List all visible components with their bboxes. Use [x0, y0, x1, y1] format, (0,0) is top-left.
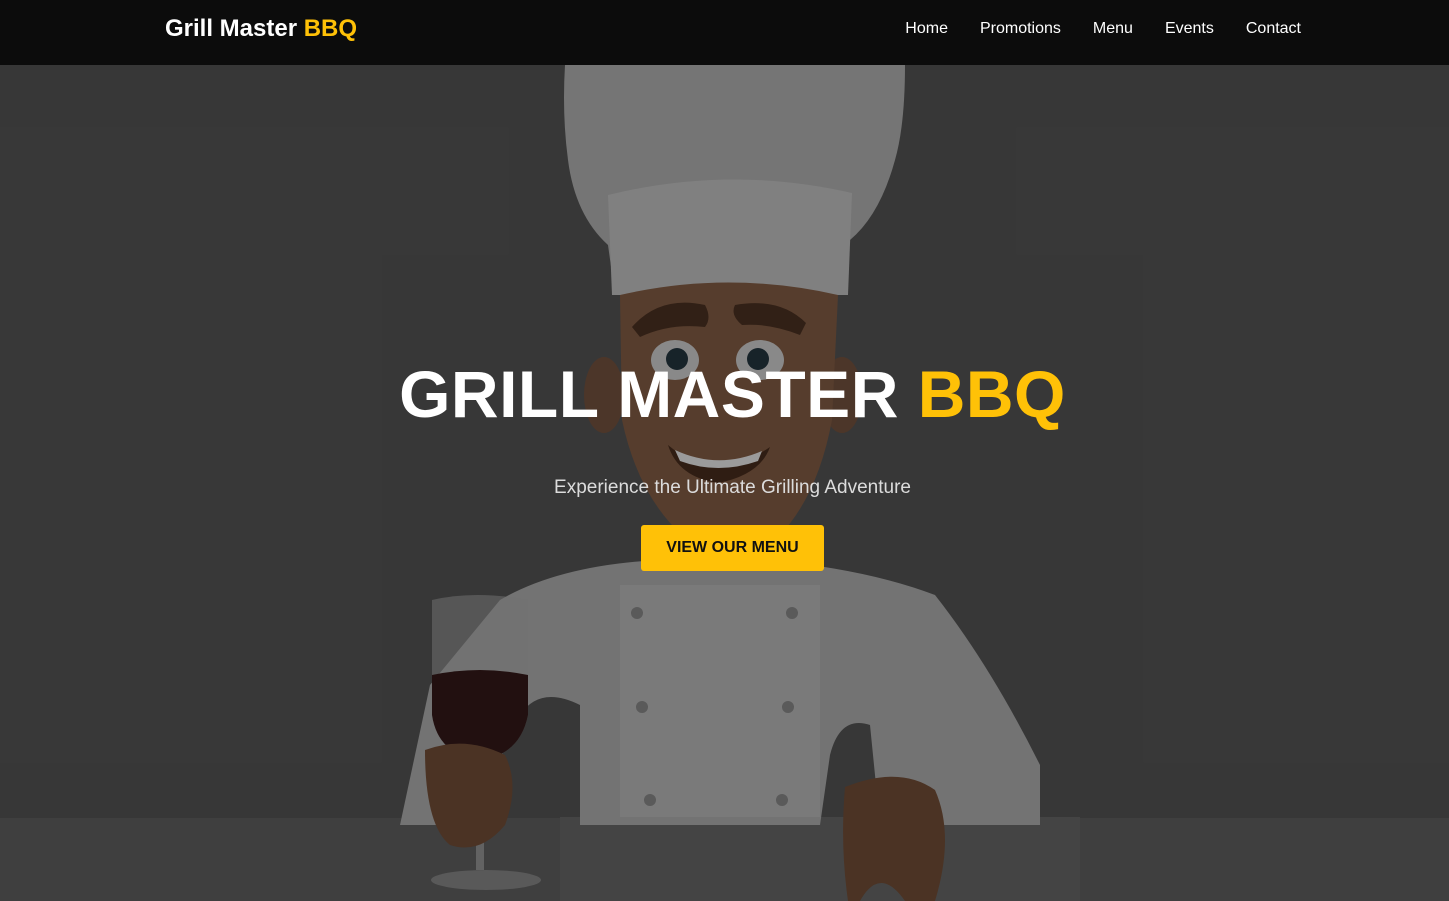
hero-title: GRILL MASTER BBQ: [16, 355, 1449, 433]
nav-events[interactable]: Events: [1165, 19, 1214, 39]
brand-accent: BBQ: [303, 15, 358, 42]
nav-links: Home Promotions Menu Events Contact: [905, 19, 1301, 39]
hero-title-main: GRILL MASTER: [399, 357, 899, 431]
hero-subtitle: Experience the Ultimate Grilling Adventu…: [554, 477, 911, 498]
navbar: Grill Master BBQ Home Promotions Menu Ev…: [0, 0, 1449, 65]
nav-home[interactable]: Home: [905, 19, 948, 39]
nav-menu[interactable]: Menu: [1093, 19, 1133, 39]
nav-contact[interactable]: Contact: [1246, 19, 1301, 39]
view-menu-button[interactable]: VIEW OUR MENU: [641, 525, 824, 571]
nav-promotions[interactable]: Promotions: [980, 19, 1061, 39]
hero-section: GRILL MASTER BBQ Experience the Ultimate…: [0, 65, 1449, 901]
brand-name: Grill Master: [165, 15, 298, 42]
brand-logo[interactable]: Grill Master BBQ: [165, 15, 357, 43]
hero-title-accent: BBQ: [917, 357, 1066, 431]
hero-content: GRILL MASTER BBQ Experience the Ultimate…: [0, 355, 1449, 571]
